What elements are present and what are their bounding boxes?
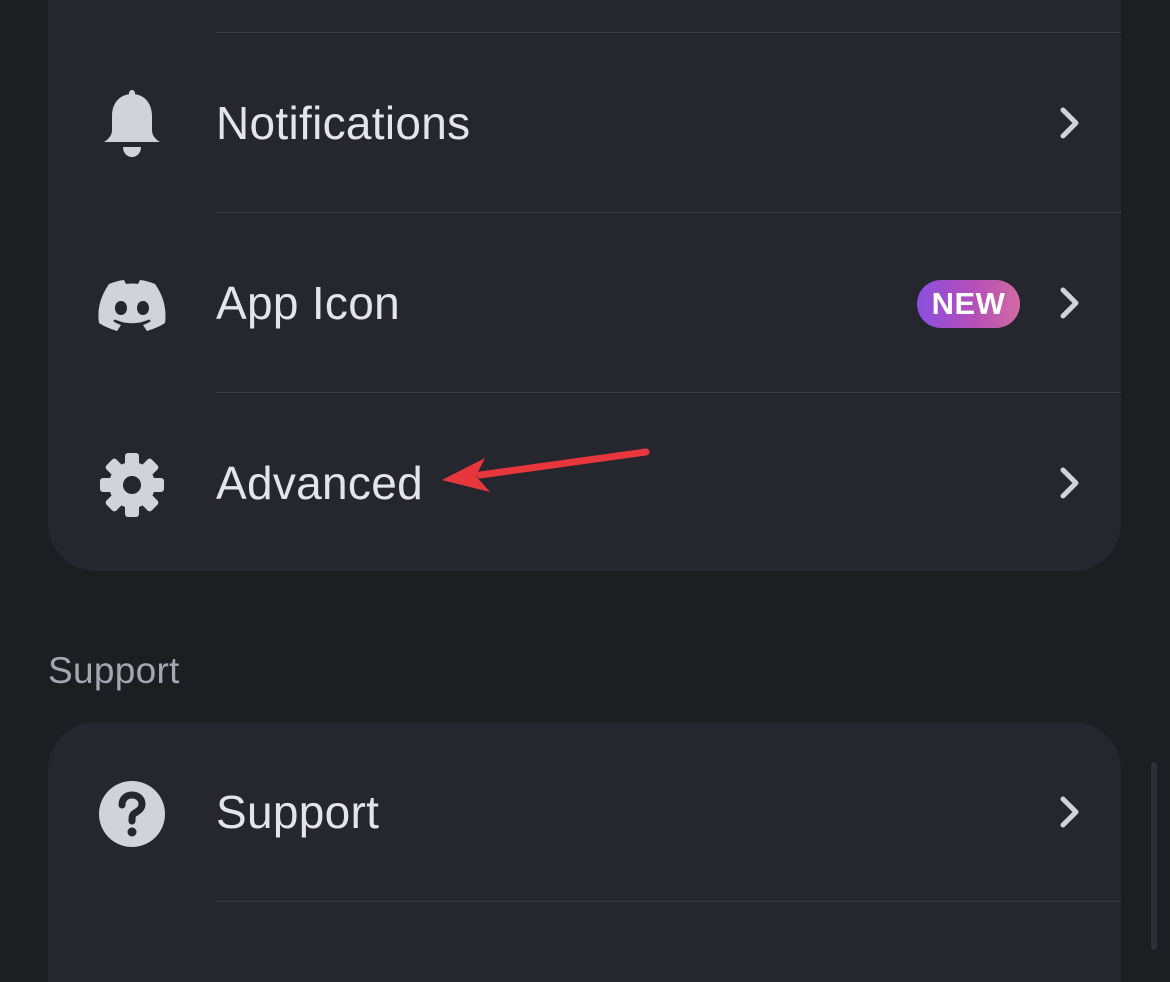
- discord-logo-icon: [96, 269, 168, 341]
- notifications-label: Notifications: [216, 97, 471, 149]
- support-label: Support: [216, 786, 380, 838]
- support-card: Support: [48, 722, 1121, 982]
- chevron-right-icon: [1060, 467, 1079, 499]
- scrollbar[interactable]: [1151, 762, 1157, 950]
- support-row[interactable]: Support: [48, 722, 1121, 902]
- app-icon-row[interactable]: App Icon NEW: [48, 213, 1121, 393]
- question-circle-icon: [96, 778, 168, 850]
- annotation-arrow: [442, 448, 650, 492]
- new-badge: NEW: [917, 280, 1020, 328]
- chevron-right-icon: [1060, 287, 1079, 319]
- support-section-title: Support: [48, 650, 180, 691]
- chevron-right-icon: [1060, 796, 1079, 828]
- advanced-label: Advanced: [216, 457, 423, 509]
- divider: [216, 901, 1121, 902]
- app-icon-label: App Icon: [216, 277, 400, 329]
- gear-icon: [96, 449, 168, 521]
- chevron-right-icon: [1060, 107, 1079, 139]
- bell-icon: [96, 89, 168, 161]
- notifications-row[interactable]: Notifications: [48, 33, 1121, 213]
